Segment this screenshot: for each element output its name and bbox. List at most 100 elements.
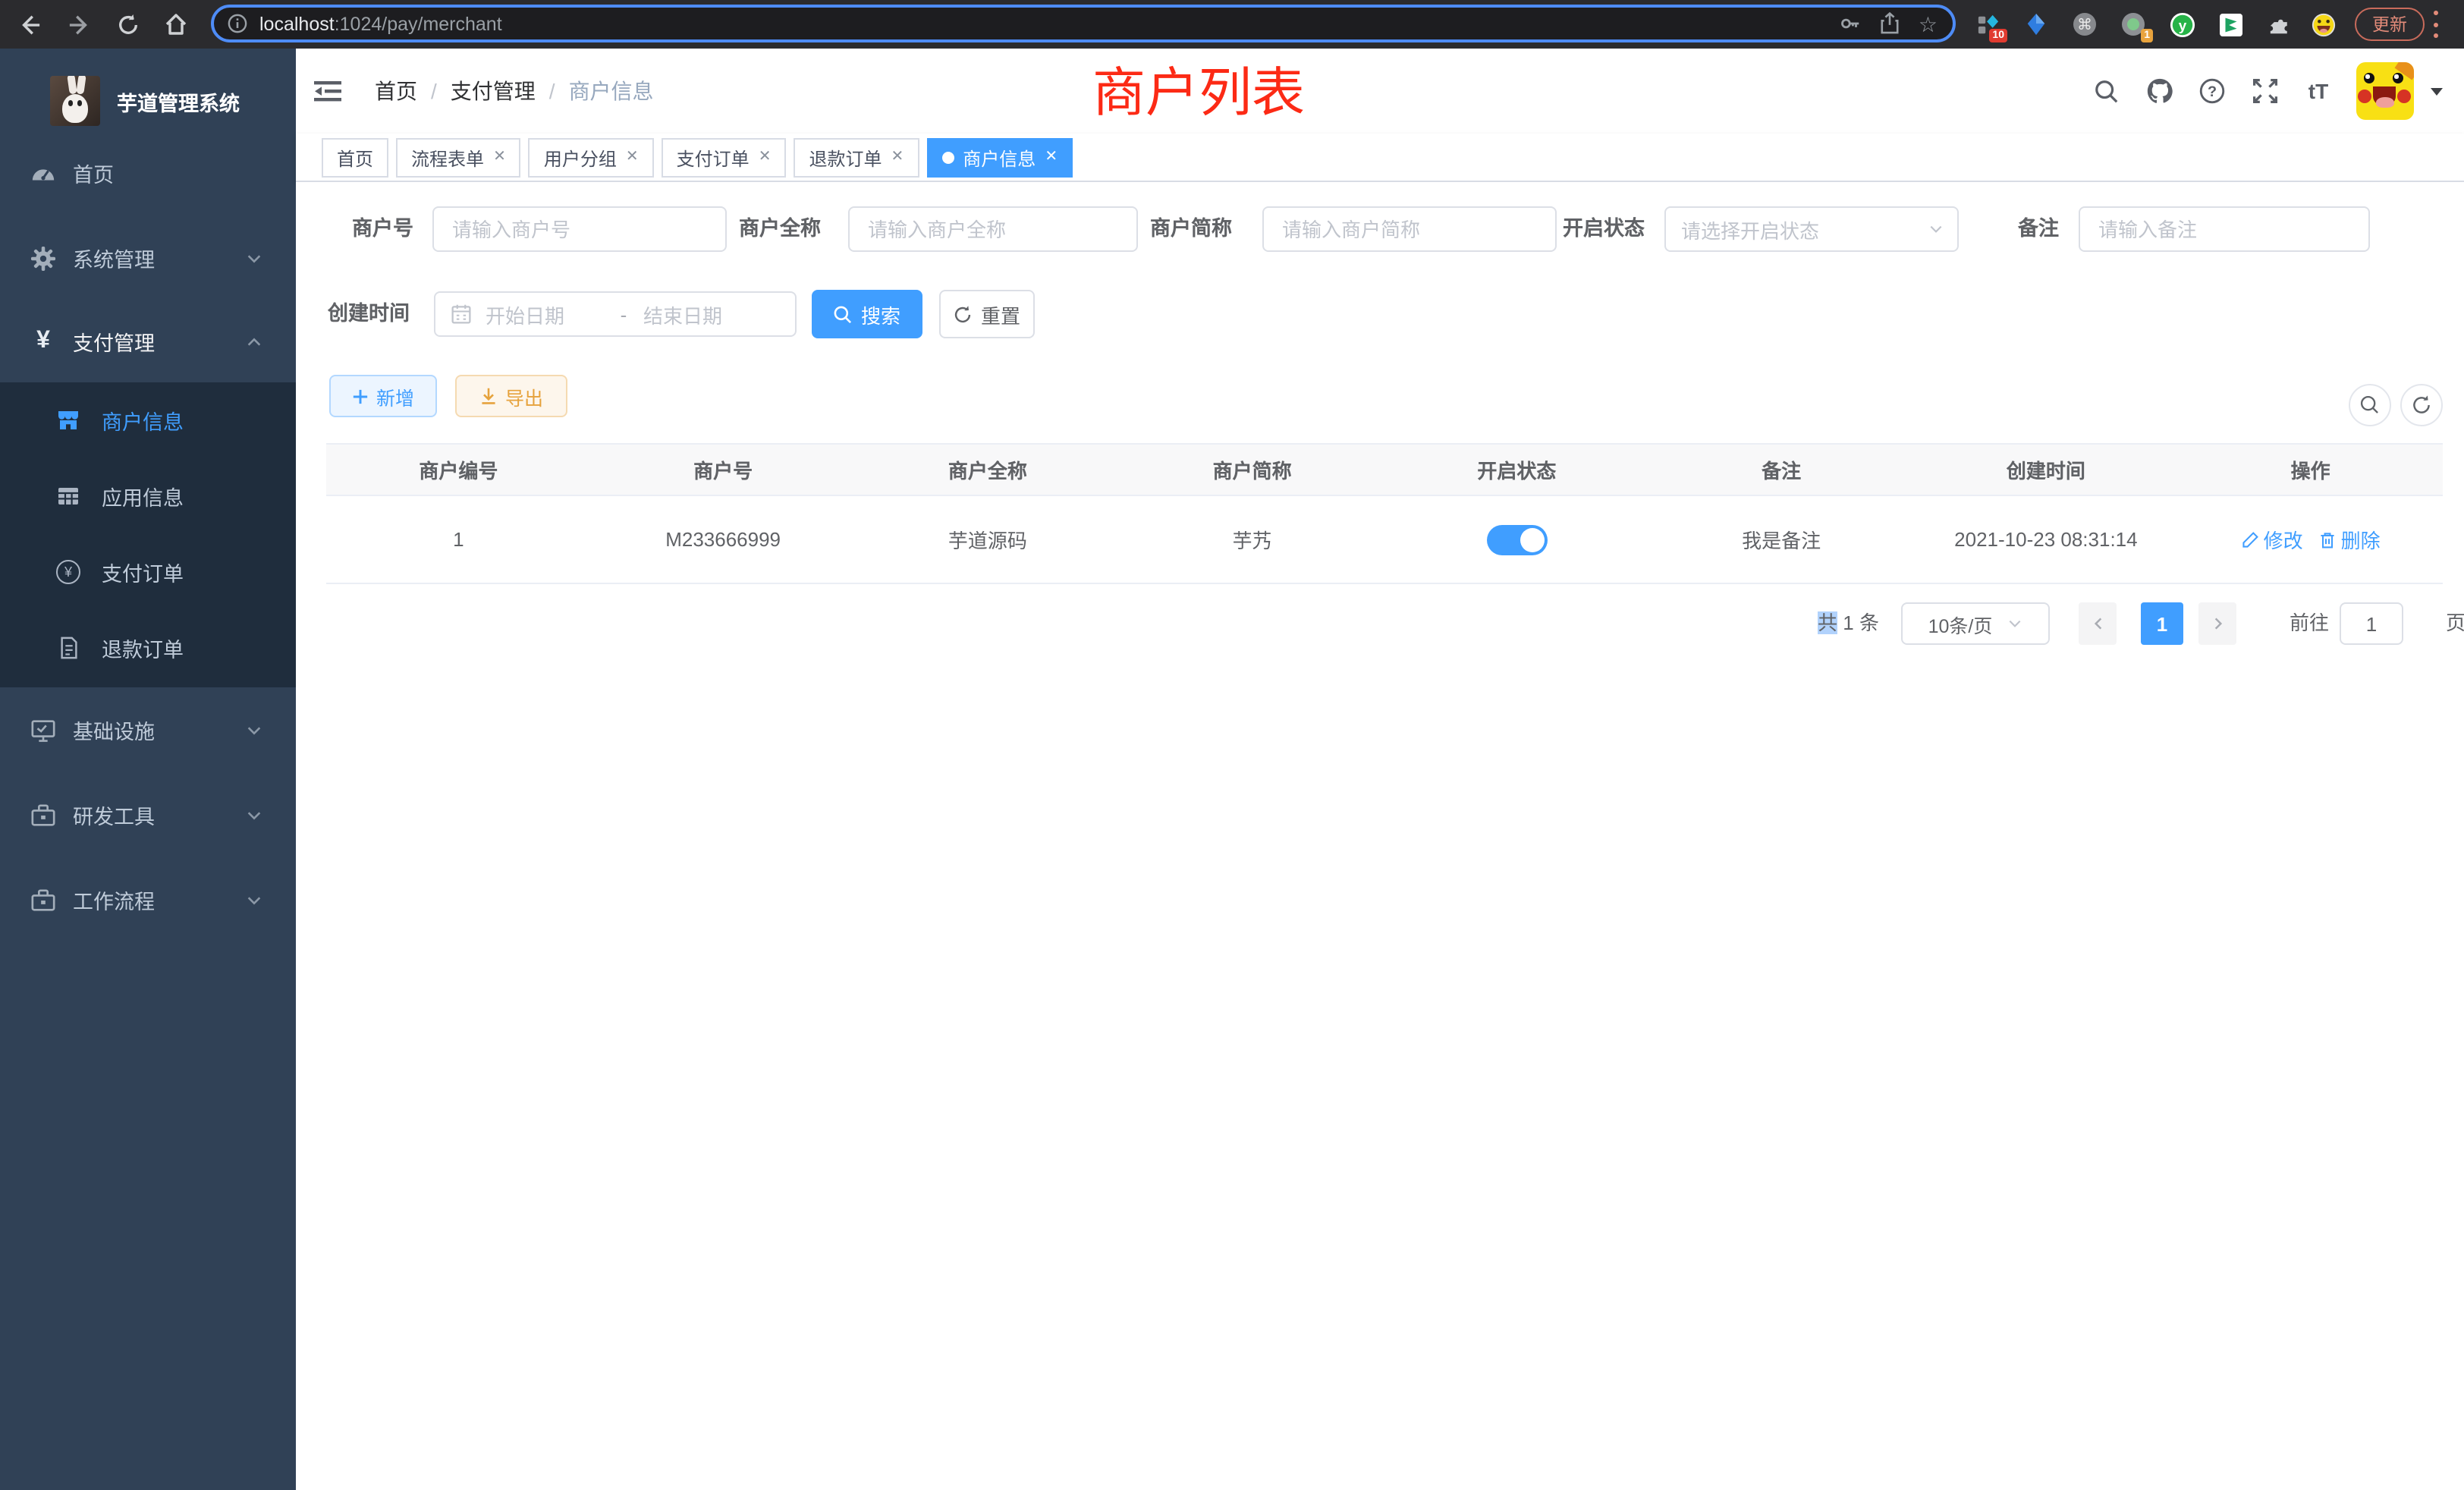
extension-recorder-icon[interactable]: 1 [2120, 11, 2147, 38]
sidebar-item-system[interactable]: 系统管理 [0, 215, 296, 300]
col-merchant-no: 商户号 [591, 445, 856, 495]
github-icon[interactable] [2144, 76, 2174, 106]
sidebar-collapse-icon[interactable] [313, 76, 343, 106]
sidebar-item-merchant-info[interactable]: 商户信息 [0, 382, 296, 458]
extension-command-icon[interactable]: ⌘ [2071, 11, 2098, 38]
bookmark-star-icon[interactable]: ☆ [1919, 13, 1938, 34]
tab-user-group[interactable]: 用户分组 ✕ [529, 138, 654, 178]
date-range-picker[interactable]: 开始日期 - 结束日期 [434, 291, 797, 337]
sidebar-item-pay[interactable]: ¥ 支付管理 [0, 300, 296, 382]
font-size-icon[interactable]: tT [2303, 76, 2334, 106]
search-button[interactable]: 搜索 [812, 290, 922, 338]
sidebar-item-label: 支付订单 [102, 557, 184, 587]
extension-blocks-icon[interactable]: 10 [1974, 11, 2001, 38]
reload-icon[interactable] [112, 9, 143, 39]
extension-flag-icon[interactable] [2217, 11, 2244, 38]
browser-chrome: localhost:1024/pay/merchant ☆ 10 ⌘ [0, 0, 2464, 49]
svg-text:?: ? [2208, 83, 2217, 100]
chevron-down-icon [246, 806, 262, 823]
next-page-button[interactable] [2198, 602, 2236, 645]
toggle-search-button[interactable] [2349, 384, 2391, 426]
add-button[interactable]: 新增 [329, 375, 437, 417]
delete-link[interactable]: 删除 [2318, 525, 2381, 554]
browser-update-button[interactable]: 更新 [2355, 8, 2425, 41]
table-row: 1 M233666999 芋道源码 芋艿 我是备注 2021-10-23 08:… [326, 496, 2443, 584]
sidebar-item-workflow[interactable]: 工作流程 [0, 857, 296, 942]
goto-page-input[interactable] [2340, 602, 2403, 645]
yen-icon: ¥ [30, 328, 56, 354]
remark-input[interactable] [2079, 206, 2370, 252]
col-short-name: 商户简称 [1120, 445, 1384, 495]
sidebar-item-home[interactable]: 首页 [0, 130, 296, 215]
short-name-input[interactable] [1262, 206, 1557, 252]
page-size-select[interactable]: 10条/页 [1901, 602, 2050, 645]
site-info-icon[interactable] [228, 14, 247, 33]
avatar-caret-icon[interactable] [2431, 87, 2443, 95]
status-select[interactable]: 请选择开启状态 [1664, 206, 1959, 252]
merchant-no-input[interactable] [432, 206, 727, 252]
date-end-placeholder[interactable]: 结束日期 [643, 300, 765, 328]
sidebar-item-dev-tools[interactable]: 研发工具 [0, 772, 296, 857]
tab-label: 用户分组 [544, 145, 617, 171]
prev-page-button[interactable] [2079, 602, 2117, 645]
close-icon[interactable]: ✕ [891, 150, 904, 165]
cell-full-name: 芋道源码 [856, 496, 1120, 583]
date-start-placeholder[interactable]: 开始日期 [486, 300, 604, 328]
close-icon[interactable]: ✕ [493, 150, 506, 165]
tab-refund-order[interactable]: 退款订单✕ [794, 138, 919, 178]
url-bar[interactable]: localhost:1024/pay/merchant ☆ [211, 5, 1956, 42]
password-key-icon[interactable] [1840, 12, 1862, 35]
cell-short-name: 芋艿 [1120, 496, 1384, 583]
sidebar-item-pay-order[interactable]: ¥ 支付订单 [0, 534, 296, 610]
dashboard-icon [30, 160, 56, 186]
breadcrumb-home[interactable]: 首页 [375, 76, 417, 106]
tab-home[interactable]: 首页 [322, 138, 388, 178]
help-icon[interactable]: ? [2197, 76, 2227, 106]
full-name-input[interactable] [848, 206, 1138, 252]
sidebar-item-refund-order[interactable]: 退款订单 [0, 610, 296, 686]
cell-merchant-no: M233666999 [591, 496, 856, 583]
share-icon[interactable] [1881, 12, 1900, 35]
edit-link[interactable]: 修改 [2241, 525, 2303, 554]
refresh-button[interactable] [2400, 384, 2443, 426]
navbar-actions: ? tT [2091, 49, 2443, 134]
logo-image [50, 76, 100, 126]
export-button[interactable]: 导出 [455, 375, 567, 417]
cell-create-time: 2021-10-23 08:31:14 [1914, 496, 2179, 583]
cell-actions: 修改 删除 [2178, 496, 2443, 583]
status-label: 开启状态 [1563, 206, 1645, 252]
tab-process-form[interactable]: 流程表单✕ [396, 138, 521, 178]
url-text[interactable]: localhost:1024/pay/merchant [259, 13, 502, 34]
top-navbar: 首页 / 支付管理 / 商户信息 ? tT [296, 49, 2464, 134]
extension-puzzle-icon[interactable] [2265, 11, 2293, 38]
monitor-icon [30, 717, 56, 743]
extension-y-icon[interactable]: y [2168, 11, 2195, 38]
col-merchant-id: 商户编号 [326, 445, 591, 495]
page-1-button[interactable]: 1 [2141, 602, 2183, 645]
breadcrumb-pay[interactable]: 支付管理 [451, 76, 536, 106]
sidebar-item-app-info[interactable]: 应用信息 [0, 458, 296, 534]
back-icon[interactable] [14, 9, 44, 39]
close-icon[interactable]: ✕ [759, 150, 772, 165]
tab-merchant-info[interactable]: 商户信息✕ [926, 138, 1073, 178]
sidebar-item-infra[interactable]: 基础设施 [0, 687, 296, 772]
yen-circle-icon: ¥ [56, 560, 80, 584]
header-search-icon[interactable] [2091, 76, 2121, 106]
forward-icon[interactable] [64, 9, 94, 39]
url-path: :1024/pay/merchant [335, 13, 502, 34]
sidebar-item-label: 系统管理 [73, 243, 155, 273]
home-icon[interactable] [161, 9, 191, 39]
reset-button[interactable]: 重置 [939, 290, 1035, 338]
close-icon[interactable]: ✕ [1045, 150, 1058, 165]
close-icon[interactable]: ✕ [626, 150, 639, 165]
avatar[interactable] [2356, 62, 2414, 120]
extension-badge: 10 [1989, 29, 2007, 42]
status-toggle[interactable] [1486, 524, 1547, 555]
extension-emoji-icon[interactable] [2309, 11, 2337, 38]
tab-pay-order[interactable]: 支付订单✕ [662, 138, 787, 178]
chevron-down-icon [1928, 222, 1944, 237]
fullscreen-icon[interactable] [2250, 76, 2280, 106]
browser-menu-icon[interactable] [2429, 11, 2441, 38]
export-button-label: 导出 [505, 382, 543, 410]
extension-kite-icon[interactable] [2022, 11, 2050, 38]
